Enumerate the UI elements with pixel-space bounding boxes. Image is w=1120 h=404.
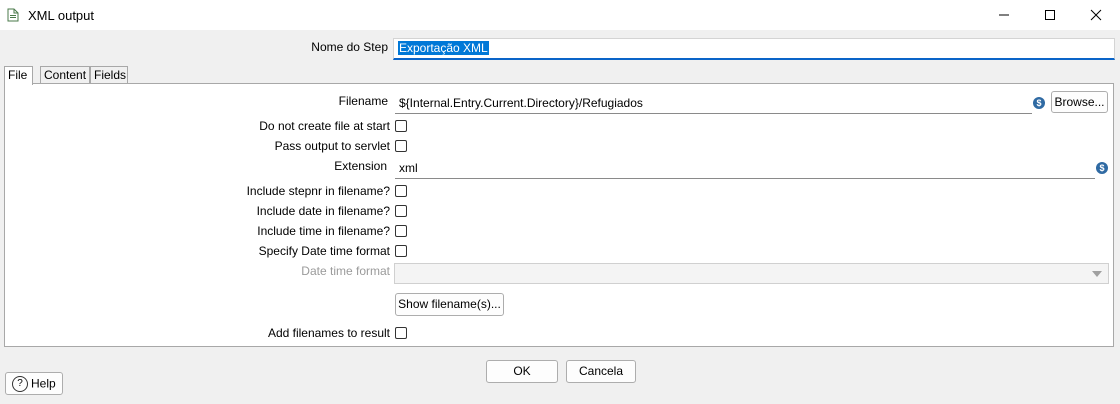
browse-label: Browse... [1054,95,1105,109]
tab-content[interactable]: Content [40,66,90,83]
extension-value: xml [399,161,418,175]
help-icon: ? [12,375,28,392]
filename-input[interactable]: ${Internal.Entry.Current.Directory}/Refu… [395,93,1032,114]
pass-output-label: Pass output to servlet [274,139,390,153]
maximize-button[interactable] [1027,0,1073,30]
tab-fields[interactable]: Fields [90,66,128,83]
include-date-label: Include date in filename? [256,204,390,218]
extension-label: Extension [334,159,387,173]
include-date-checkbox[interactable] [395,205,407,217]
chevron-down-icon [1092,271,1102,277]
show-filenames-label: Show filename(s)... [398,297,501,311]
ok-button[interactable]: OK [486,360,558,383]
step-name-input[interactable]: Exportação XML [393,38,1115,60]
minimize-icon [999,14,1009,16]
maximize-icon [1045,10,1055,20]
close-icon [1090,9,1102,21]
help-button[interactable]: ? Help [5,372,63,395]
include-time-checkbox[interactable] [395,225,407,237]
tab-fields-label: Fields [94,68,127,82]
specify-date-format-checkbox[interactable] [395,245,407,257]
minimize-button[interactable] [981,0,1027,30]
window-title: XML output [28,8,95,23]
tab-file-label: File [8,68,28,82]
help-label: Help [31,376,56,391]
filename-value: ${Internal.Entry.Current.Directory}/Refu… [399,96,643,110]
document-icon [7,8,19,22]
do-not-create-label: Do not create file at start [259,119,390,133]
add-filenames-label: Add filenames to result [267,326,390,340]
file-tab-panel [4,83,1114,347]
include-time-label: Include time in filename? [257,224,390,238]
tab-file[interactable]: File [4,66,33,85]
date-time-format-label: Date time format [301,264,390,278]
date-time-format-select[interactable] [394,263,1109,284]
show-filenames-button[interactable]: Show filename(s)... [395,293,504,316]
variable-icon[interactable]: $ [1033,97,1045,109]
variable-icon[interactable]: $ [1096,162,1108,174]
include-stepnr-checkbox[interactable] [395,185,407,197]
step-name-label: Nome do Step [311,40,388,54]
extension-input[interactable]: xml [395,158,1095,179]
ok-label: OK [513,364,531,378]
title-bar: XML output [0,0,1120,30]
tab-content-label: Content [44,68,87,82]
do-not-create-checkbox[interactable] [395,120,407,132]
pass-output-checkbox[interactable] [395,140,407,152]
cancel-button[interactable]: Cancela [566,360,636,383]
browse-button[interactable]: Browse... [1051,91,1108,113]
specify-date-format-label: Specify Date time format [258,244,390,258]
step-name-value: Exportação XML [398,41,489,55]
close-button[interactable] [1073,0,1119,30]
include-stepnr-label: Include stepnr in filename? [246,184,390,198]
filename-label: Filename [338,94,388,108]
cancel-label: Cancela [578,364,624,378]
add-filenames-checkbox[interactable] [395,327,407,339]
